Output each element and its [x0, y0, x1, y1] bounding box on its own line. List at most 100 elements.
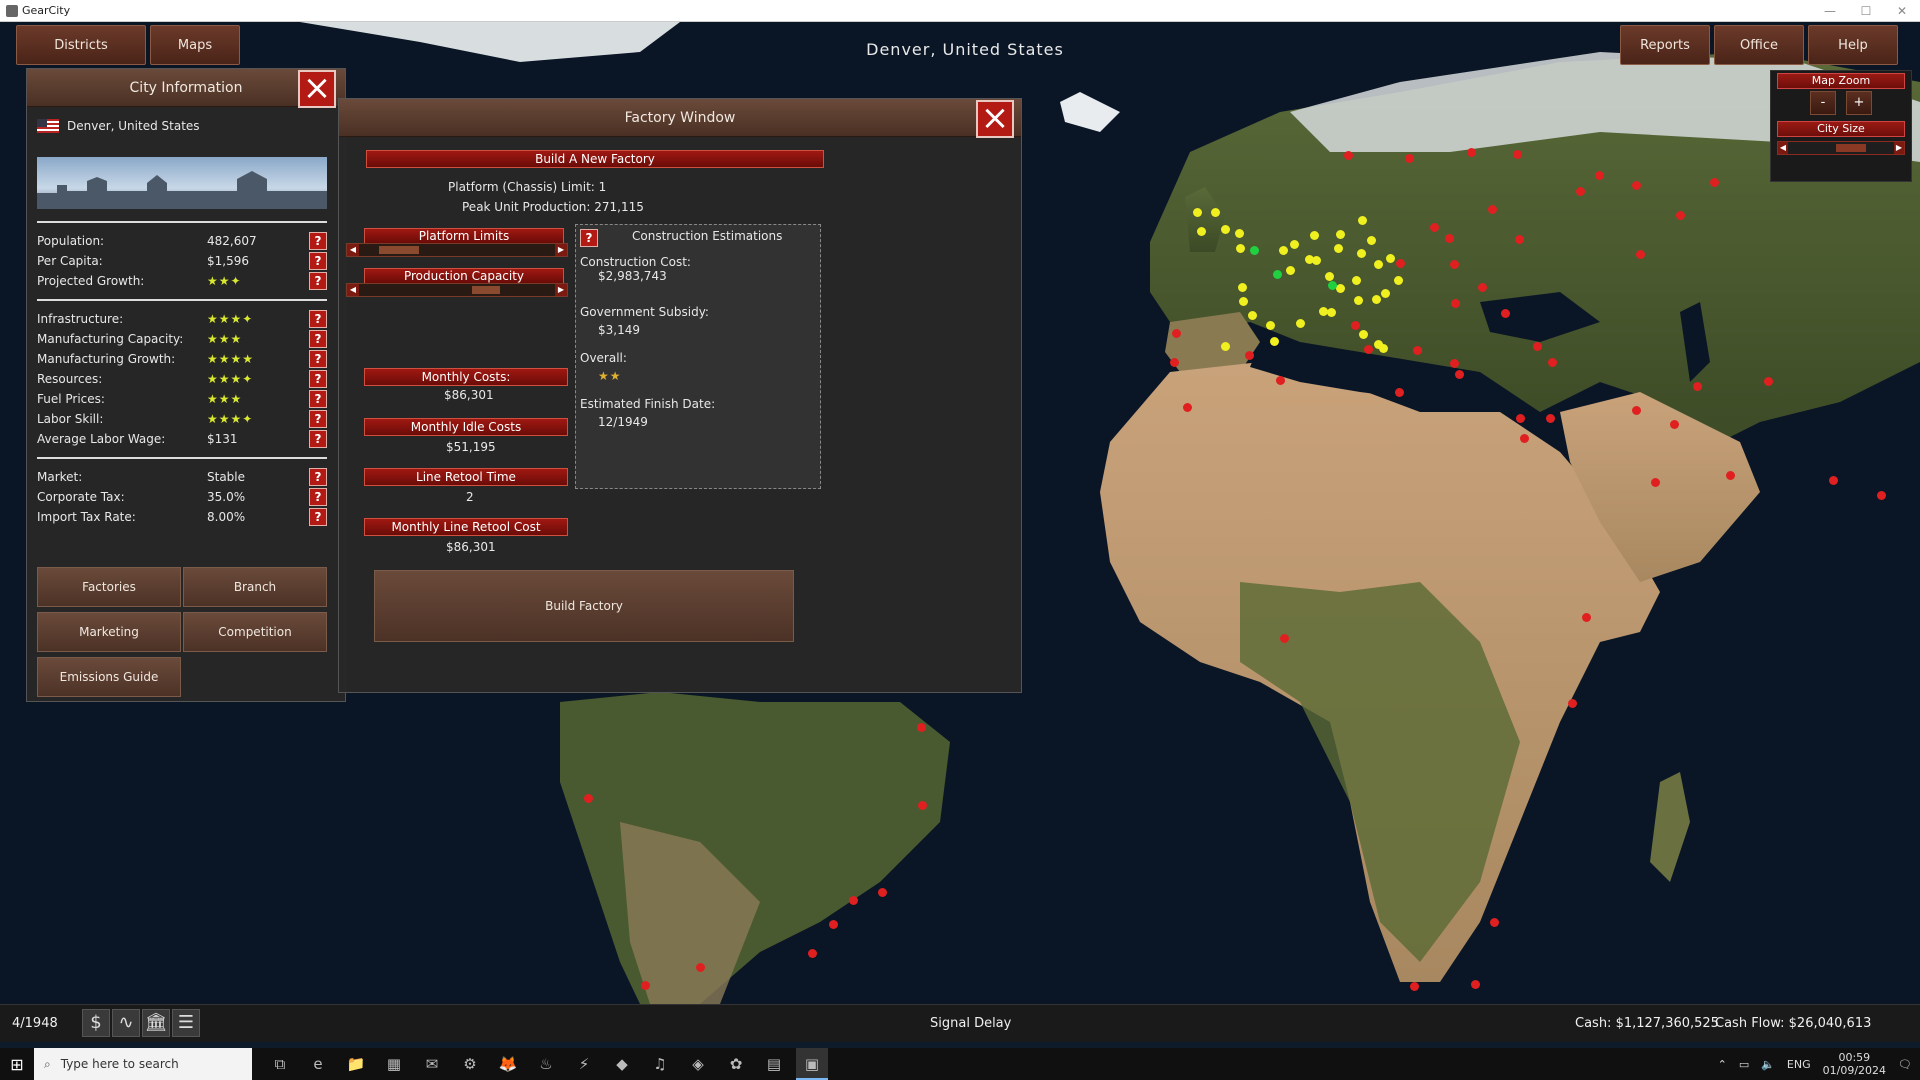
- help-button[interactable]: ?: [309, 488, 327, 506]
- help-button[interactable]: ?: [309, 310, 327, 328]
- city-dot[interactable]: [1325, 272, 1334, 281]
- stock-chart-icon[interactable]: ∿: [112, 1009, 140, 1037]
- city-dot[interactable]: [1636, 250, 1645, 259]
- city-dot[interactable]: [1877, 491, 1886, 500]
- city-dot[interactable]: [1372, 295, 1381, 304]
- bank-icon[interactable]: 🏛: [142, 1009, 170, 1037]
- city-dot[interactable]: [1471, 980, 1480, 989]
- city-dot[interactable]: [1455, 370, 1464, 379]
- steam-icon[interactable]: ♨: [530, 1048, 562, 1080]
- city-dot[interactable]: [1359, 330, 1368, 339]
- gearcity-taskbar-icon[interactable]: ▣: [796, 1048, 828, 1080]
- city-dot[interactable]: [1358, 216, 1367, 225]
- app-icon[interactable]: ⚡: [568, 1048, 600, 1080]
- city-dot[interactable]: [1235, 229, 1244, 238]
- city-dot[interactable]: [1379, 344, 1388, 353]
- city-dot[interactable]: [1582, 613, 1591, 622]
- zoom-out-button[interactable]: -: [1810, 91, 1836, 115]
- help-button[interactable]: ?: [309, 390, 327, 408]
- volume-icon[interactable]: 🔈: [1761, 1058, 1775, 1071]
- city-dot[interactable]: [641, 981, 650, 990]
- city-dot[interactable]: [1568, 699, 1577, 708]
- city-dot[interactable]: [1357, 249, 1366, 258]
- city-dot[interactable]: [918, 801, 927, 810]
- city-dot[interactable]: [1726, 471, 1735, 480]
- help-button[interactable]: ?: [309, 232, 327, 250]
- help-button[interactable]: ?: [309, 468, 327, 486]
- city-dot[interactable]: [1488, 205, 1497, 214]
- city-dot[interactable]: [1450, 359, 1459, 368]
- notifications-icon[interactable]: 🗨: [1898, 1058, 1912, 1071]
- city-dot[interactable]: [1513, 150, 1522, 159]
- language-indicator[interactable]: ENG: [1787, 1058, 1811, 1071]
- close-window-button[interactable]: ✕: [1884, 0, 1920, 22]
- city-dot[interactable]: [1270, 337, 1279, 346]
- city-dot[interactable]: [1710, 178, 1719, 187]
- city-dot[interactable]: [1328, 281, 1337, 290]
- city-dot[interactable]: [1197, 227, 1206, 236]
- city-dot[interactable]: [1394, 276, 1403, 285]
- mail-icon[interactable]: ✉: [416, 1048, 448, 1080]
- help-button[interactable]: ?: [309, 508, 327, 526]
- help-button[interactable]: ?: [309, 252, 327, 270]
- city-dot[interactable]: [829, 920, 838, 929]
- city-dot[interactable]: [1266, 321, 1275, 330]
- zoom-in-button[interactable]: +: [1846, 91, 1872, 115]
- tray-chevron-icon[interactable]: ⌃: [1718, 1058, 1727, 1071]
- city-dot[interactable]: [696, 963, 705, 972]
- city-dot[interactable]: [1451, 299, 1460, 308]
- visual-studio-icon[interactable]: ◈: [682, 1048, 714, 1080]
- help-button[interactable]: ?: [580, 229, 598, 247]
- city-dot[interactable]: [1327, 308, 1336, 317]
- city-dot[interactable]: [1548, 358, 1557, 367]
- city-dot[interactable]: [1632, 406, 1641, 415]
- slider-left-arrow-icon[interactable]: ◀: [1778, 142, 1788, 154]
- task-view-icon[interactable]: ⧉: [264, 1048, 296, 1080]
- slider-left-arrow-icon[interactable]: ◀: [347, 244, 359, 256]
- app-icon[interactable]: ✿: [720, 1048, 752, 1080]
- city-dot[interactable]: [1354, 296, 1363, 305]
- city-dot[interactable]: [1515, 235, 1524, 244]
- city-dot[interactable]: [1445, 234, 1454, 243]
- city-dot[interactable]: [584, 794, 593, 803]
- city-dot[interactable]: [1386, 254, 1395, 263]
- city-dot[interactable]: [1238, 283, 1247, 292]
- help-button[interactable]: ?: [309, 272, 327, 290]
- competition-button[interactable]: Competition: [183, 612, 327, 652]
- close-city-info-button[interactable]: ×: [298, 70, 336, 108]
- city-dot[interactable]: [1279, 246, 1288, 255]
- city-dot[interactable]: [808, 949, 817, 958]
- maps-button[interactable]: Maps: [150, 25, 240, 65]
- city-dot[interactable]: [1693, 382, 1702, 391]
- city-dot[interactable]: [1280, 634, 1289, 643]
- spotify-icon[interactable]: ♫: [644, 1048, 676, 1080]
- help-button[interactable]: ?: [309, 430, 327, 448]
- city-dot[interactable]: [1276, 376, 1285, 385]
- reports-button[interactable]: Reports: [1620, 25, 1710, 65]
- vscode-icon[interactable]: ◆: [606, 1048, 638, 1080]
- city-dot[interactable]: [1450, 260, 1459, 269]
- factories-button[interactable]: Factories: [37, 567, 181, 607]
- city-dot[interactable]: [1221, 342, 1230, 351]
- slider-right-arrow-icon[interactable]: ▶: [1894, 142, 1904, 154]
- city-dot[interactable]: [1595, 171, 1604, 180]
- city-dot[interactable]: [1250, 246, 1259, 255]
- city-dot[interactable]: [1170, 358, 1179, 367]
- city-dot[interactable]: [849, 896, 858, 905]
- city-dot[interactable]: [1501, 309, 1510, 318]
- finance-icon[interactable]: $: [82, 1009, 110, 1037]
- store-icon[interactable]: ▦: [378, 1048, 410, 1080]
- taskbar-search[interactable]: ⌕ Type here to search: [34, 1048, 252, 1080]
- help-button[interactable]: ?: [309, 410, 327, 428]
- branch-button[interactable]: Branch: [183, 567, 327, 607]
- city-dot[interactable]: [1396, 259, 1405, 268]
- firefox-icon[interactable]: 🦊: [492, 1048, 524, 1080]
- city-dot[interactable]: [1405, 154, 1414, 163]
- city-dot[interactable]: [1478, 283, 1487, 292]
- city-dot[interactable]: [1211, 208, 1220, 217]
- city-dot[interactable]: [1352, 276, 1361, 285]
- city-dot[interactable]: [1520, 434, 1529, 443]
- city-dot[interactable]: [1367, 236, 1376, 245]
- city-dot[interactable]: [1290, 240, 1299, 249]
- city-dot[interactable]: [1236, 244, 1245, 253]
